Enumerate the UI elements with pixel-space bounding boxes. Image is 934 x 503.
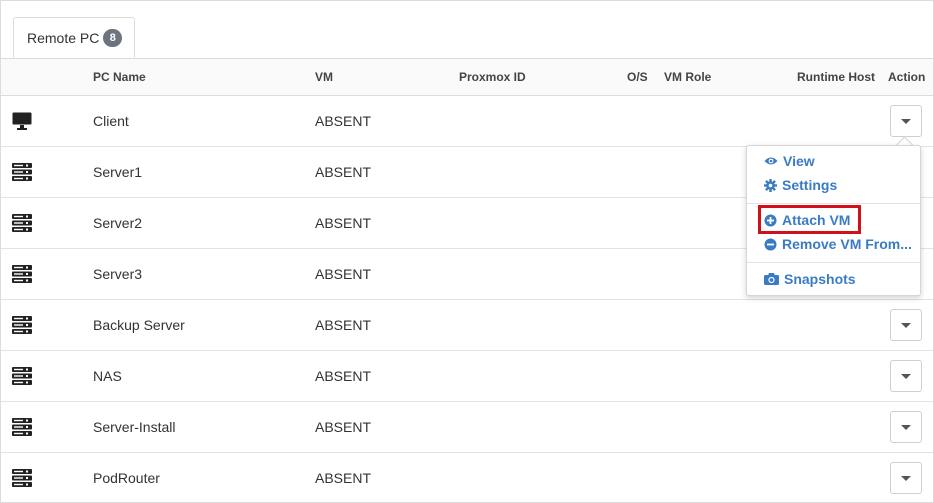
server-icon [12, 367, 32, 385]
menu-item-snapshots[interactable]: Snapshots [764, 268, 856, 290]
table-row[interactable]: Backup Server ABSENT [1, 300, 933, 351]
table-row[interactable]: Client ABSENT [1, 96, 933, 147]
column-header-vm-role[interactable]: VM Role [664, 59, 711, 95]
camera-icon [764, 273, 779, 285]
count-badge: 8 [103, 28, 123, 47]
menu-divider [747, 203, 920, 204]
pc-name-cell: Client [93, 113, 129, 129]
vm-cell: ABSENT [315, 215, 372, 231]
menu-item-remove-vm[interactable]: Remove VM From... [764, 233, 912, 255]
column-header-vm[interactable]: VM [315, 59, 333, 95]
action-dropdown-button[interactable] [890, 411, 922, 443]
caret-down-icon [901, 475, 911, 481]
minus-circle-icon [764, 238, 777, 250]
menu-item-label: View [783, 153, 815, 169]
column-header-pc-name[interactable]: PC Name [93, 59, 146, 95]
vm-cell: ABSENT [315, 266, 372, 282]
vm-cell: ABSENT [315, 113, 372, 129]
vm-cell: ABSENT [315, 317, 372, 333]
column-header-proxmox-id[interactable]: Proxmox ID [459, 59, 526, 95]
pc-name-cell: Server2 [93, 215, 143, 231]
server-icon [12, 163, 32, 181]
table-header: PC Name VM Proxmox ID O/S VM Role Runtim… [1, 59, 933, 96]
vm-cell: ABSENT [315, 419, 372, 435]
vm-cell: ABSENT [315, 368, 372, 384]
pc-name-cell: Server-Install [93, 419, 176, 435]
pc-name-cell: Server3 [93, 266, 143, 282]
menu-item-label: Settings [782, 177, 838, 193]
server-icon [12, 469, 32, 487]
menu-item-view[interactable]: View [764, 150, 815, 172]
desktop-icon [12, 112, 32, 130]
column-header-action: Action [888, 70, 926, 84]
caret-down-icon [901, 322, 911, 328]
vm-cell: ABSENT [315, 164, 372, 180]
server-icon [12, 214, 32, 232]
gear-icon [764, 178, 777, 192]
action-dropdown-button[interactable] [890, 309, 922, 341]
table-row[interactable]: Server-Install ABSENT [1, 402, 933, 453]
pc-name-cell: Backup Server [93, 317, 185, 333]
eye-icon [764, 157, 778, 165]
caret-down-icon [901, 424, 911, 430]
menu-divider [747, 262, 920, 263]
pc-name-cell: NAS [93, 368, 122, 384]
menu-item-label: Remove VM From... [782, 236, 912, 252]
tab-remote-pc[interactable]: Remote PC 8 [13, 17, 135, 58]
tab-bar: Remote PC 8 [1, 1, 933, 59]
caret-down-icon [901, 118, 911, 124]
tab-label: Remote PC [27, 29, 100, 46]
table-row[interactable]: NAS ABSENT [1, 351, 933, 402]
server-icon [12, 316, 32, 334]
caret-down-icon [901, 373, 911, 379]
server-icon [12, 418, 32, 436]
vm-cell: ABSENT [315, 470, 372, 486]
menu-item-label: Snapshots [784, 271, 856, 287]
table-row[interactable]: PodRouter ABSENT [1, 453, 933, 503]
action-dropdown-button[interactable] [890, 360, 922, 392]
action-dropdown-button[interactable] [890, 462, 922, 494]
pc-name-cell: PodRouter [93, 470, 160, 486]
column-header-os[interactable]: O/S [627, 59, 648, 95]
menu-item-settings[interactable]: Settings [764, 174, 837, 196]
highlight-box [758, 205, 861, 234]
pc-name-cell: Server1 [93, 164, 143, 180]
action-dropdown-button[interactable] [890, 105, 922, 137]
server-icon [12, 265, 32, 283]
column-header-runtime-host[interactable]: Runtime Host [797, 59, 875, 95]
